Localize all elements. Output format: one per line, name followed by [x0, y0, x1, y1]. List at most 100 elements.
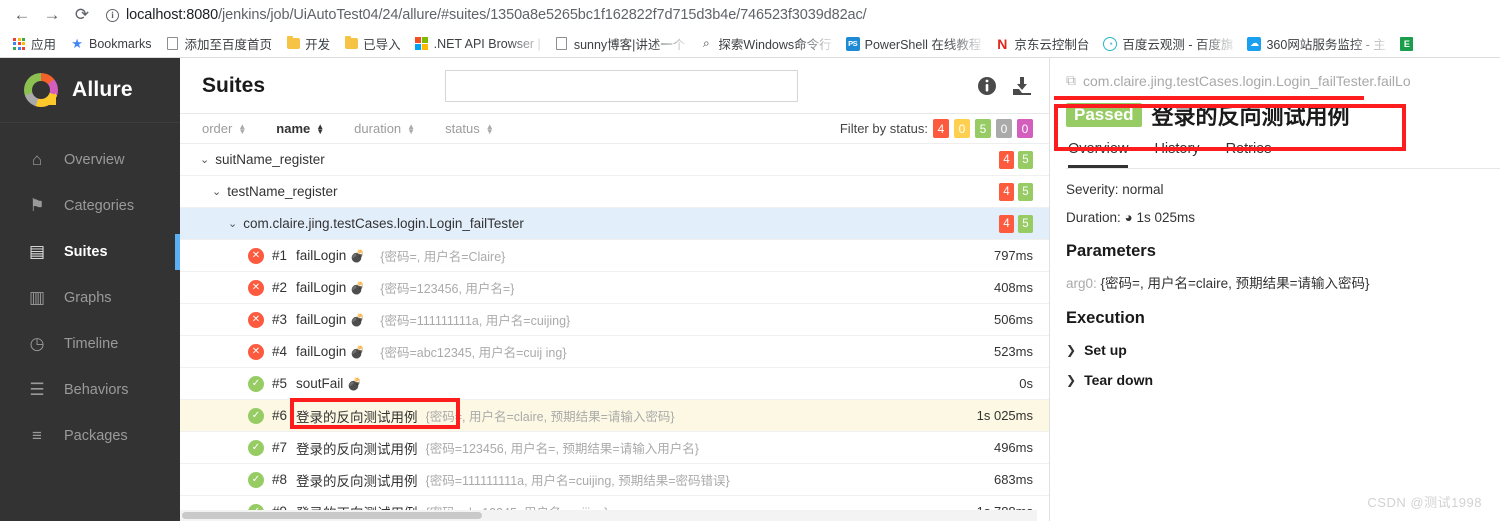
bookmark-dotnet-api[interactable]: .NET API Browser |	[409, 35, 547, 53]
sidebar-item-graphs[interactable]: ▥ Graphs	[0, 275, 180, 321]
execution-heading: Execution	[1066, 309, 1145, 327]
360-icon: ☁	[1247, 36, 1262, 51]
table-row[interactable]: ✕ #4 failLogin 💣 {密码=abc12345, 用户名=cuij …	[180, 336, 1049, 368]
bookmark-360-monitor[interactable]: ☁ 360网站服务监控 - 主	[1241, 32, 1391, 55]
column-label: order	[202, 121, 233, 136]
sidebar-item-overview[interactable]: ⌂ Overview	[0, 137, 180, 183]
execution-setup[interactable]: ❯ Set up	[1066, 342, 1500, 358]
copy-icon[interactable]: ⧉	[1066, 72, 1076, 89]
tab-history[interactable]: History	[1154, 137, 1199, 168]
bookmark-label: 应用	[31, 38, 57, 52]
table-row[interactable]: ✕ #2 failLogin 💣 {密码=123456, 用户名=} 408ms	[180, 272, 1049, 304]
clock-icon: ◕	[1124, 210, 1133, 225]
test-params: {密码=123456, 用户名=}	[380, 282, 515, 296]
column-status[interactable]: status ▲ ▼	[445, 121, 494, 136]
test-name: failLogin	[296, 312, 347, 327]
tree-group-label: com.claire.jing.testCases.login.Login_fa…	[243, 216, 524, 231]
bookmark-label: 360网站服务监控 - 主	[1266, 38, 1386, 52]
sidebar-item-packages[interactable]: ≡ Packages	[0, 413, 180, 459]
tree-group-testname[interactable]: ⌄ testName_register 4 5	[180, 176, 1049, 208]
bookmark-sunny-blog[interactable]: sunny博客|讲述一个	[549, 32, 692, 55]
chevron-down-icon[interactable]: ⌄	[200, 153, 209, 166]
tree-group-class[interactable]: ⌄ com.claire.jing.testCases.login.Login_…	[180, 208, 1049, 240]
brand-name: Allure	[72, 78, 133, 101]
test-duration: 797ms	[993, 248, 1033, 263]
duration-value: 1s 025ms	[1136, 210, 1195, 225]
star-icon: ★	[71, 35, 83, 51]
filter-badge-failed[interactable]: 4	[933, 119, 949, 138]
tab-retries[interactable]: Retries	[1226, 137, 1272, 168]
bookmark-evernote[interactable]: E	[1394, 35, 1420, 53]
status-badge: Passed	[1066, 103, 1142, 127]
search-input[interactable]	[444, 69, 798, 102]
bomb-icon: 💣	[350, 344, 366, 359]
filter-badge-unknown[interactable]: 0	[1017, 119, 1033, 138]
bookmark-label: 已导入	[363, 38, 401, 52]
bookmark-jd-cloud[interactable]: N 京东云控制台	[989, 32, 1095, 55]
bookmark-bookmarks[interactable]: ★ Bookmarks	[64, 35, 158, 53]
sidebar-item-label: Suites	[64, 244, 108, 260]
sidebar-item-categories[interactable]: ⚑ Categories	[0, 183, 180, 229]
info-icon[interactable]	[977, 76, 997, 96]
filter-badge-skipped[interactable]: 0	[996, 119, 1012, 138]
brand-logo[interactable]: Allure	[0, 58, 180, 123]
bookmark-baidu-home[interactable]: 添加至百度首页	[160, 32, 279, 55]
sidebar-item-timeline[interactable]: ◷ Timeline	[0, 321, 180, 367]
table-row[interactable]: ✓ #5 soutFail 💣 0s	[180, 368, 1049, 400]
apps-grid-icon	[12, 37, 26, 51]
execution-label: Tear down	[1084, 372, 1154, 388]
download-icon[interactable]	[1011, 76, 1033, 96]
bookmark-imported-folder[interactable]: 已导入	[338, 32, 407, 55]
bookmark-windows-cmdline[interactable]: ⌕ 探索Windows命令行	[693, 32, 837, 55]
bookmark-apps[interactable]: 应用	[6, 32, 62, 55]
bookmark-label: 京东云控制台	[1014, 38, 1090, 52]
filter-badge-broken[interactable]: 0	[954, 119, 970, 138]
tree-group-suitname[interactable]: ⌄ suitName_register 4 5	[180, 144, 1049, 176]
chevron-down-icon[interactable]: ⌄	[228, 217, 237, 230]
site-info-icon[interactable]: i	[106, 8, 119, 22]
bookmark-baidu-cloud[interactable]: ◔ 百度云观测 - 百度旗	[1097, 32, 1239, 55]
sidebar-item-label: Behaviors	[64, 382, 129, 398]
cursor-icon: ⌕	[703, 36, 710, 50]
group-badges: 4 5	[999, 150, 1033, 169]
sort-icon: ▲ ▼	[407, 121, 416, 136]
folder-icon	[344, 35, 358, 51]
bookmark-label: Bookmarks	[89, 36, 152, 51]
address-bar[interactable]: i localhost:8080/jenkins/job/UiAutoTest0…	[98, 3, 1492, 27]
test-number: #3	[272, 312, 288, 327]
back-button[interactable]: ←	[8, 1, 36, 29]
table-row[interactable]: ✓ #7 登录的反向测试用例 {密码=123456, 用户名=, 预期结果=请输…	[180, 432, 1049, 464]
sidebar-item-label: Categories	[64, 198, 135, 214]
bookmark-dev-folder[interactable]: 开发	[280, 32, 336, 55]
parameters-heading: Parameters	[1066, 242, 1156, 260]
sidebar-item-suites[interactable]: ▤ Suites	[0, 229, 180, 275]
test-duration: 506ms	[993, 312, 1033, 327]
horizontal-scrollbar[interactable]	[180, 510, 1037, 521]
column-name[interactable]: name ▲ ▼	[276, 121, 324, 136]
test-number: #5	[272, 376, 288, 391]
badge-passed: 5	[1018, 214, 1033, 233]
powershell-icon: PS	[845, 36, 860, 51]
test-duration: 408ms	[993, 280, 1033, 295]
test-number: #4	[272, 344, 288, 359]
chevron-down-icon[interactable]: ⌄	[212, 185, 221, 198]
bookmarks-bar: 应用 ★ Bookmarks 添加至百度首页 开发 已导入 .NET API B…	[0, 30, 1500, 58]
filter-badge-passed[interactable]: 5	[975, 119, 991, 138]
list-icon: ☰	[29, 380, 45, 399]
column-duration[interactable]: duration ▲ ▼	[354, 121, 415, 136]
execution-teardown[interactable]: ❯ Tear down	[1066, 372, 1500, 388]
sidebar-item-label: Packages	[64, 428, 128, 444]
reload-button[interactable]: ⟳	[68, 1, 96, 29]
bookmark-powershell[interactable]: PS PowerShell 在线教程	[840, 32, 988, 55]
tab-overview[interactable]: Overview	[1068, 137, 1129, 168]
table-row[interactable]: ✓ #8 登录的反向测试用例 {密码=111111111a, 用户名=cuiji…	[180, 464, 1049, 496]
sidebar-item-behaviors[interactable]: ☰ Behaviors	[0, 367, 180, 413]
forward-button[interactable]: →	[38, 1, 66, 29]
sidebar-nav: ⌂ Overview ⚑ Categories ▤ Suites ▥ Graph…	[0, 123, 180, 459]
table-row-selected[interactable]: ✓ #6 登录的反向测试用例 {密码=, 用户名=claire, 预期结果=请输…	[180, 400, 1049, 432]
test-params: {密码=, 用户名=Claire}	[380, 250, 506, 264]
column-label: name	[276, 121, 311, 136]
table-row[interactable]: ✕ #3 failLogin 💣 {密码=111111111a, 用户名=cui…	[180, 304, 1049, 336]
table-row[interactable]: ✕ #1 failLogin 💣 {密码=, 用户名=Claire} 797ms	[180, 240, 1049, 272]
column-order[interactable]: order ▲ ▼	[202, 121, 246, 136]
